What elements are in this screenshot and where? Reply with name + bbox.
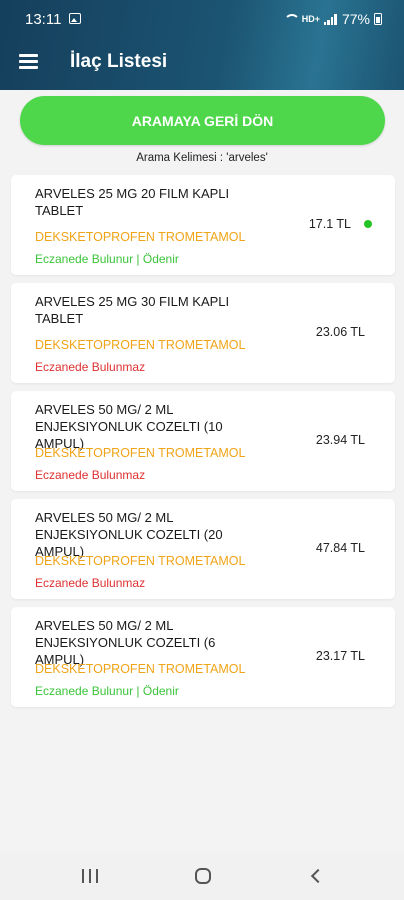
app-bar: 13:11 HD+ 77% İlaç Listesi	[0, 0, 404, 90]
active-ingredient: DEKSKETOPROFEN TROMETAMOL	[35, 554, 246, 568]
drug-price: 23.94 TL	[315, 433, 365, 447]
status-time: 13:11	[25, 11, 62, 28]
status-bar: 13:11 HD+ 77%	[0, 0, 404, 36]
availability-status: Eczanede Bulunmaz	[35, 468, 146, 482]
active-ingredient: DEKSKETOPROFEN TROMETAMOL	[35, 662, 246, 676]
status-dot-icon	[364, 220, 372, 228]
status-indicators: HD+ 77%	[283, 11, 382, 27]
recent-apps-icon[interactable]	[82, 869, 98, 883]
battery-icon	[374, 13, 382, 25]
drug-name: ARVELES 50 MG/ 2 ML ENJEKSIYONLUK COZELT…	[35, 618, 216, 667]
availability-status: Eczanede Bulunur | Ödenir	[35, 252, 179, 266]
drug-price: 47.84 TL	[315, 541, 365, 555]
drug-list: ARVELES 25 MG 20 FILM KAPLI TABLET DEKSKE…	[11, 175, 395, 715]
drug-name: ARVELES 25 MG 20 FILM KAPLI TABLET	[35, 186, 230, 218]
drug-price: 17.1 TL	[308, 217, 351, 231]
gallery-icon	[69, 13, 81, 24]
availability-status: Eczanede Bulunmaz	[35, 360, 146, 374]
drug-name: ARVELES 25 MG 30 FILM KAPLI TABLET	[35, 294, 230, 326]
availability-status: Eczanede Bulunur | Ödenir	[35, 684, 179, 698]
drug-card[interactable]: ARVELES 50 MG/ 2 ML ENJEKSIYONLUK COZELT…	[11, 607, 395, 707]
wifi-icon	[283, 13, 300, 25]
search-term-label: Arama Kelimesi : 'arveles'	[136, 152, 268, 164]
active-ingredient: DEKSKETOPROFEN TROMETAMOL	[35, 230, 246, 244]
drug-name: ARVELES 50 MG/ 2 ML ENJEKSIYONLUK COZELT…	[35, 402, 223, 451]
active-ingredient: DEKSKETOPROFEN TROMETAMOL	[35, 338, 246, 352]
active-ingredient: DEKSKETOPROFEN TROMETAMOL	[35, 446, 246, 460]
drug-name: ARVELES 50 MG/ 2 ML ENJEKSIYONLUK COZELT…	[35, 510, 223, 559]
drug-card[interactable]: ARVELES 25 MG 30 FILM KAPLI TABLET DEKSKE…	[11, 283, 395, 383]
availability-status: Eczanede Bulunmaz	[35, 576, 146, 590]
drug-price: 23.06 TL	[315, 325, 365, 339]
back-icon[interactable]	[310, 869, 324, 883]
system-nav-bar	[0, 853, 404, 900]
page-title: İlaç Listesi	[70, 51, 168, 72]
home-icon[interactable]	[195, 868, 211, 884]
drug-card[interactable]: ARVELES 25 MG 20 FILM KAPLI TABLET DEKSKE…	[11, 175, 395, 275]
signal-icon	[323, 13, 338, 25]
battery-percent: 77%	[341, 11, 370, 27]
network-label: HD+	[301, 14, 320, 24]
menu-icon[interactable]	[19, 54, 38, 69]
drug-price: 23.17 TL	[315, 649, 365, 663]
back-to-search-button[interactable]: ARAMAYA GERİ DÖN	[20, 96, 385, 145]
drug-card[interactable]: ARVELES 50 MG/ 2 ML ENJEKSIYONLUK COZELT…	[11, 391, 395, 491]
drug-card[interactable]: ARVELES 50 MG/ 2 ML ENJEKSIYONLUK COZELT…	[11, 499, 395, 599]
